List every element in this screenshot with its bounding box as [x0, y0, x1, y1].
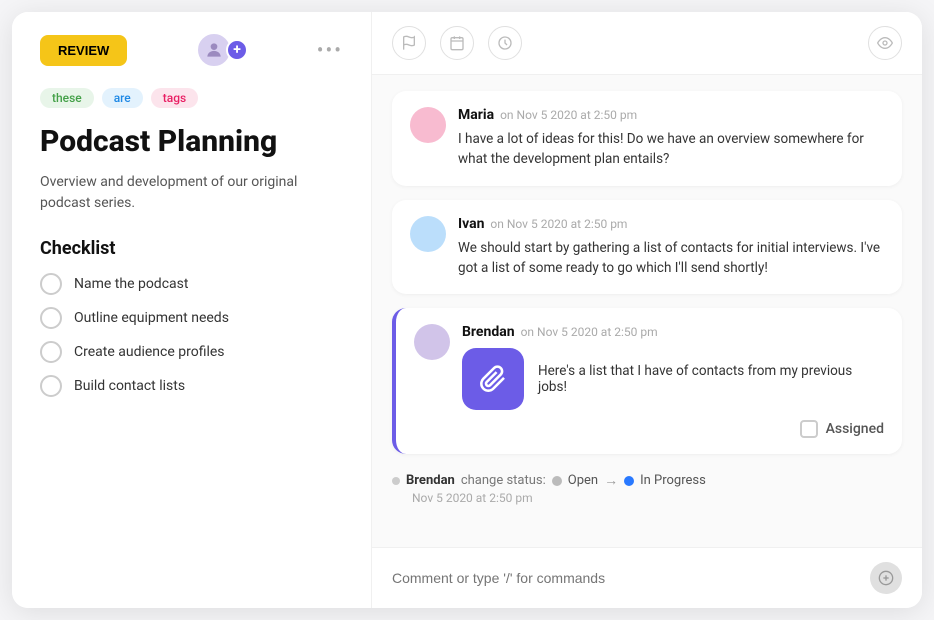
tag-are[interactable]: are — [102, 88, 143, 108]
tags-row: these are tags — [40, 88, 343, 108]
top-bar: REVIEW + ••• — [40, 32, 343, 68]
status-to: In Progress — [640, 473, 706, 488]
message-body-maria: Maria on Nov 5 2020 at 2:50 pm I have a … — [458, 107, 884, 170]
checklist-checkbox-2[interactable] — [40, 307, 62, 329]
app-container: REVIEW + ••• these are tags Podcast Plan… — [12, 12, 922, 608]
status-bullet — [392, 477, 400, 485]
checklist-label-1: Name the podcast — [74, 276, 188, 292]
message-body-ivan: Ivan on Nov 5 2020 at 2:50 pm We should … — [458, 216, 884, 279]
right-toolbar — [372, 12, 922, 75]
message-text-ivan: We should start by gathering a list of c… — [458, 238, 884, 279]
message-author-brendan: Brendan — [462, 324, 515, 340]
attachment-text: Here's a list that I have of contacts fr… — [538, 363, 884, 395]
tag-tags[interactable]: tags — [151, 88, 198, 108]
checklist-title: Checklist — [40, 238, 343, 259]
status-change-time: Nov 5 2020 at 2:50 pm — [412, 491, 902, 505]
calendar-icon-button[interactable] — [440, 26, 474, 60]
message-author-ivan: Ivan — [458, 216, 484, 232]
comment-send-button[interactable] — [870, 562, 902, 594]
status-change-label: change status: — [461, 473, 546, 488]
attachment-box: Here's a list that I have of contacts fr… — [462, 348, 884, 410]
left-panel: REVIEW + ••• these are tags Podcast Plan… — [12, 12, 372, 608]
assigned-label: Assigned — [826, 421, 884, 437]
flag-icon-button[interactable] — [392, 26, 426, 60]
status-change-author: Brendan — [406, 473, 455, 488]
checklist-checkbox-3[interactable] — [40, 341, 62, 363]
messages-area: Maria on Nov 5 2020 at 2:50 pm I have a … — [372, 75, 922, 547]
checklist-checkbox-1[interactable] — [40, 273, 62, 295]
more-options-button[interactable]: ••• — [317, 38, 343, 62]
add-avatar-button[interactable]: + — [226, 39, 248, 61]
eye-icon-button[interactable] — [868, 26, 902, 60]
comment-input[interactable] — [392, 570, 860, 586]
checklist-label-2: Outline equipment needs — [74, 310, 229, 326]
clock-icon-button[interactable] — [488, 26, 522, 60]
avatar-group: + — [196, 32, 248, 68]
avatar-ivan — [410, 216, 446, 252]
message-card-brendan: Brendan on Nov 5 2020 at 2:50 pm Here's … — [392, 308, 902, 454]
message-header-maria: Maria on Nov 5 2020 at 2:50 pm — [458, 107, 884, 123]
avatar-maria — [410, 107, 446, 143]
message-time-brendan: on Nov 5 2020 at 2:50 pm — [521, 325, 658, 339]
message-card-ivan: Ivan on Nov 5 2020 at 2:50 pm We should … — [392, 200, 902, 295]
page-title: Podcast Planning — [40, 124, 343, 160]
checklist-label-4: Build contact lists — [74, 378, 185, 394]
toolbar-left-icons — [392, 26, 522, 60]
status-dot-to — [624, 476, 634, 486]
right-panel: Maria on Nov 5 2020 at 2:50 pm I have a … — [372, 12, 922, 608]
attachment-icon-button[interactable] — [462, 348, 524, 410]
status-arrow-icon: → — [604, 472, 618, 489]
checklist-checkbox-4[interactable] — [40, 375, 62, 397]
message-card-maria: Maria on Nov 5 2020 at 2:50 pm I have a … — [392, 91, 902, 186]
status-from: Open — [568, 473, 598, 488]
checklist-label-3: Create audience profiles — [74, 344, 225, 360]
message-header-ivan: Ivan on Nov 5 2020 at 2:50 pm — [458, 216, 884, 232]
review-button[interactable]: REVIEW — [40, 35, 127, 66]
tag-these[interactable]: these — [40, 88, 94, 108]
message-body-brendan: Brendan on Nov 5 2020 at 2:50 pm Here's … — [462, 324, 884, 438]
assigned-checkbox[interactable] — [800, 420, 818, 438]
checklist-items: Name the podcast Outline equipment needs… — [40, 273, 343, 397]
checklist-item: Name the podcast — [40, 273, 343, 295]
message-time-maria: on Nov 5 2020 at 2:50 pm — [500, 108, 637, 122]
status-change-detail: Brendan change status: Open → In Progres… — [392, 472, 902, 489]
message-author-maria: Maria — [458, 107, 494, 123]
avatar-brendan — [414, 324, 450, 360]
message-time-ivan: on Nov 5 2020 at 2:50 pm — [490, 217, 627, 231]
message-header-brendan: Brendan on Nov 5 2020 at 2:50 pm — [462, 324, 884, 340]
checklist-item: Create audience profiles — [40, 341, 343, 363]
comment-area — [372, 547, 922, 608]
checklist-item: Outline equipment needs — [40, 307, 343, 329]
message-text-maria: I have a lot of ideas for this! Do we ha… — [458, 129, 884, 170]
page-description: Overview and development of our original… — [40, 172, 343, 214]
status-dot-from — [552, 476, 562, 486]
assigned-row: Assigned — [462, 420, 884, 438]
checklist-item: Build contact lists — [40, 375, 343, 397]
status-change-row: Brendan change status: Open → In Progres… — [392, 468, 902, 509]
